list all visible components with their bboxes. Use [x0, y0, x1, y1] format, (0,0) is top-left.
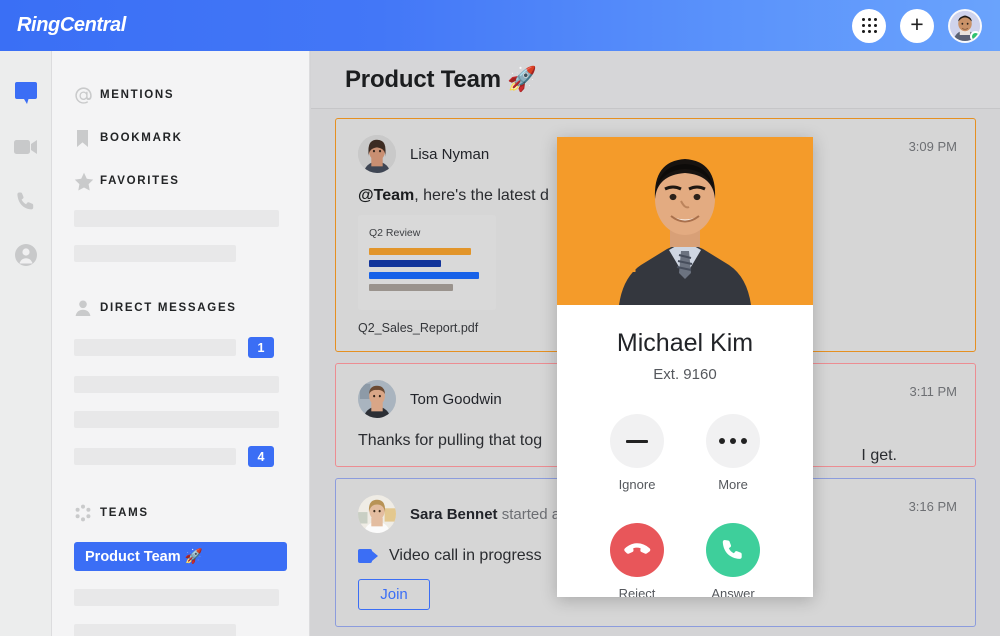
sidebar-placeholder-row [74, 210, 279, 227]
page-title: Product Team 🚀 [345, 65, 537, 94]
sidebar-item-label: MENTIONS [100, 89, 174, 101]
presence-indicator [970, 31, 981, 42]
rail-item-contacts[interactable] [12, 241, 40, 269]
avatar [358, 495, 396, 533]
app-window: RingCentral + [0, 0, 1000, 636]
call-actions-row-1: Ignore More [557, 414, 813, 492]
message-text: Thanks for pulling that tog [358, 432, 542, 449]
sidebar-item-label: FAVORITES [100, 175, 180, 187]
caller-photo-image [557, 137, 813, 305]
unread-badge: 4 [248, 446, 274, 467]
rail-item-video[interactable] [12, 133, 40, 161]
unread-badge: 1 [248, 337, 274, 358]
sidebar-item-label: DIRECT MESSAGES [100, 302, 237, 314]
attachment-title: Q2 Review [369, 227, 485, 239]
top-bar-actions: + [852, 9, 982, 43]
sidebar-item-direct-messages[interactable]: DIRECT MESSAGES [52, 294, 309, 322]
sidebar-item-label: TEAMS [100, 507, 149, 519]
join-button[interactable]: Join [358, 579, 430, 610]
message-author: Lisa Nyman [410, 146, 489, 163]
conversation-header: Product Team 🚀 [311, 51, 1000, 109]
sidebar-item-favorites[interactable]: FAVORITES [52, 167, 309, 195]
answer-icon-wrap [706, 523, 760, 577]
team-placeholder-row[interactable] [74, 589, 279, 606]
reject-label: Reject [609, 586, 665, 597]
answer-label: Answer [705, 586, 761, 597]
dialpad-icon [862, 18, 877, 33]
phone-icon [720, 537, 747, 564]
sidebar-item-mentions[interactable]: MENTIONS [52, 81, 309, 109]
message-bubble-icon [13, 80, 39, 106]
author-name: Sara Bennet [410, 506, 498, 523]
star-icon [74, 172, 100, 191]
mention-token: @Team [358, 187, 414, 204]
message-author: Tom Goodwin [410, 391, 502, 408]
reject-icon-wrap [610, 523, 664, 577]
team-placeholder-row[interactable] [74, 624, 236, 636]
avatar[interactable] [948, 9, 982, 43]
caller-info: Michael Kim Ext. 9160 [557, 305, 813, 383]
phone-icon [14, 189, 38, 213]
attachment-bar [369, 272, 479, 279]
message-timestamp: 3:09 PM [909, 139, 957, 154]
dm-row[interactable] [74, 376, 279, 393]
caller-name: Michael Kim [557, 329, 813, 358]
add-button[interactable]: + [900, 9, 934, 43]
dm-row[interactable]: 1 [74, 337, 309, 358]
video-camera-icon [13, 137, 39, 157]
top-bar: RingCentral + [0, 0, 1000, 51]
ignore-icon-wrap [610, 414, 664, 468]
attachment-preview[interactable]: Q2 Review [358, 215, 496, 310]
sidebar-item-label: BOOKMARK [100, 132, 183, 144]
message-timestamp: 3:11 PM [910, 384, 957, 399]
avatar [358, 135, 396, 173]
sidebar-item-bookmark[interactable]: BOOKMARK [52, 124, 309, 152]
message-text: , here's the latest d [414, 187, 549, 204]
at-sign-icon [74, 86, 100, 105]
ignore-label: Ignore [609, 477, 665, 492]
ignore-button[interactable]: Ignore [609, 414, 665, 492]
sidebar: MENTIONS BOOKMARK FAVORITES [52, 51, 310, 636]
phone-hangup-icon [623, 536, 651, 564]
plus-icon: + [910, 13, 923, 36]
caller-extension: Ext. 9160 [557, 366, 813, 383]
call-actions-row-2: Reject Answer [557, 523, 813, 597]
attachment-bar [369, 284, 453, 291]
answer-button[interactable]: Answer [705, 523, 761, 597]
attachment-bar [369, 248, 471, 255]
icon-rail [0, 51, 52, 636]
dm-row[interactable] [74, 411, 279, 428]
author-suffix: started a [498, 506, 561, 523]
sidebar-item-teams[interactable]: TEAMS [52, 499, 309, 527]
brand-logo: RingCentral [17, 14, 126, 37]
rail-item-messages[interactable] [12, 79, 40, 107]
avatar-image [358, 135, 396, 173]
avatar-image [358, 380, 396, 418]
more-button[interactable]: More [705, 414, 761, 492]
dm-row[interactable]: 4 [74, 446, 309, 467]
teams-dots-icon [74, 504, 100, 522]
call-status-text: Video call in progress [389, 547, 542, 565]
message-text-tail: I get. [861, 447, 897, 465]
more-icon-wrap [706, 414, 760, 468]
avatar-image [358, 495, 396, 533]
rail-item-phone[interactable] [12, 187, 40, 215]
attachment-bar [369, 260, 441, 267]
person-icon [74, 299, 100, 317]
message-timestamp: 3:16 PM [909, 499, 957, 514]
video-camera-icon [358, 549, 378, 563]
more-label: More [705, 477, 761, 492]
dialpad-button[interactable] [852, 9, 886, 43]
caller-photo [557, 137, 813, 305]
more-dots-icon [719, 438, 747, 444]
avatar [358, 380, 396, 418]
message-author: Sara Bennet started a [410, 506, 560, 523]
sidebar-placeholder-row [74, 245, 236, 262]
bookmark-icon [74, 129, 100, 148]
sidebar-item-product-team[interactable]: Product Team 🚀 [74, 542, 287, 571]
contacts-person-icon [13, 242, 39, 268]
minus-icon [626, 440, 648, 443]
incoming-call-modal: Michael Kim Ext. 9160 Ignore More [557, 137, 813, 597]
reject-button[interactable]: Reject [609, 523, 665, 597]
